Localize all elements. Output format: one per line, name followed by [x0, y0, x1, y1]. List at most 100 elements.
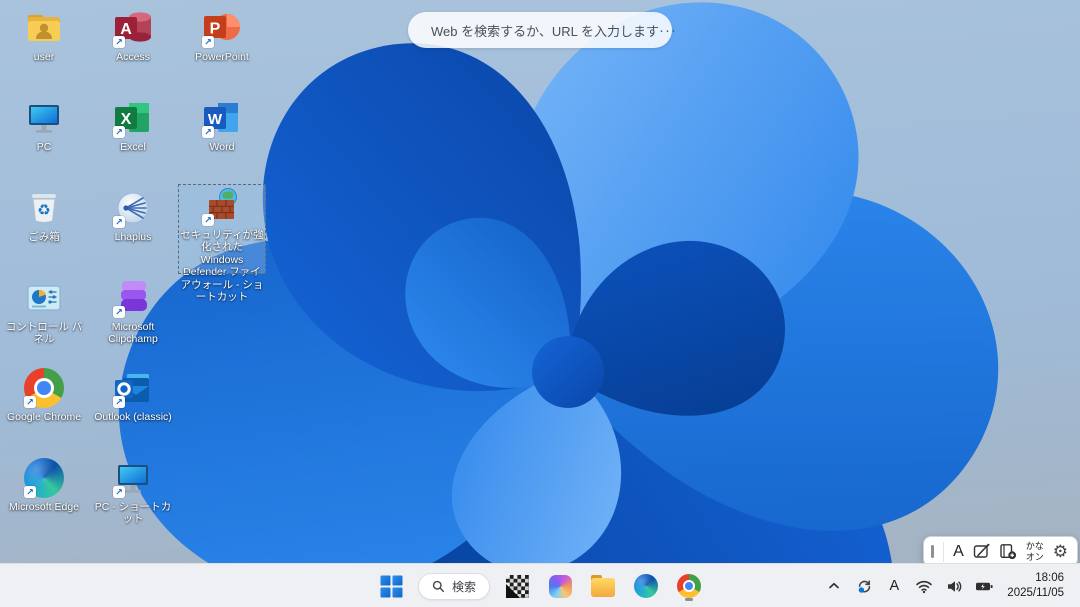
icon-label: PC - ショートカット — [94, 501, 172, 526]
lhaplus-icon: ↗ — [113, 188, 153, 228]
windows-logo-icon — [379, 575, 402, 597]
kana-on-label: オン — [1025, 551, 1044, 562]
taskbar-app-checkered[interactable] — [501, 570, 533, 602]
taskbar: 検索 A 18:06 2025/11/05 — [0, 563, 1080, 607]
more-options-icon[interactable]: ··· — [659, 22, 677, 39]
shortcut-arrow-icon: ↗ — [113, 36, 125, 48]
taskbar-app-chrome[interactable] — [673, 570, 705, 602]
file-explorer-icon — [591, 575, 616, 597]
desktop-icon-word[interactable]: W ↗ Word — [178, 96, 266, 184]
shortcut-arrow-icon: ↗ — [113, 396, 125, 408]
icon-label: Lhaplus — [114, 231, 152, 243]
taskbar-app-copilot[interactable] — [544, 570, 576, 602]
ime-settings-gear-icon[interactable]: ⚙ — [1053, 543, 1068, 560]
svg-text:P: P — [210, 21, 221, 38]
volume-icon[interactable] — [942, 570, 966, 602]
desktop-icon-grid: user A ↗ Access P ↗ PowerPoint PC X ↗ Ex… — [0, 0, 280, 560]
clipchamp-icon: ↗ — [113, 278, 153, 318]
icon-label: Outlook (classic) — [94, 411, 172, 423]
copilot-icon — [548, 574, 572, 598]
running-indicator — [685, 598, 694, 601]
pc-monitor-icon: ↗ — [113, 458, 153, 498]
user-folder-icon — [24, 8, 64, 48]
shortcut-arrow-icon: ↗ — [113, 306, 125, 318]
desktop-icon-edge[interactable]: ↗ Microsoft Edge — [0, 456, 88, 544]
access-icon: A ↗ — [113, 8, 153, 48]
edge-icon — [634, 574, 659, 598]
desktop-screen: user A ↗ Access P ↗ PowerPoint PC X ↗ Ex… — [0, 0, 1080, 607]
clock[interactable]: 18:06 2025/11/05 — [1003, 569, 1068, 603]
ime-kana-state-button[interactable]: かな オン — [1026, 541, 1044, 561]
desktop-icon-control-panel[interactable]: コントロール パネル — [0, 276, 88, 364]
taskbar-search-label: 検索 — [451, 579, 477, 594]
powerpoint-icon: P ↗ — [202, 8, 242, 48]
icon-label: user — [33, 51, 55, 63]
ime-pad-icon[interactable] — [973, 543, 990, 560]
clock-time: 18:06 — [1035, 572, 1064, 585]
divider — [943, 541, 945, 562]
shortcut-arrow-icon: ↗ — [113, 486, 125, 498]
desktop-icon-user[interactable]: user — [0, 6, 88, 94]
shortcut-arrow-icon: ↗ — [202, 126, 214, 138]
icon-label: PC — [36, 141, 52, 153]
excel-icon: X ↗ — [113, 98, 153, 138]
clock-date: 2025/11/05 — [1007, 587, 1064, 599]
icon-label: Google Chrome — [6, 411, 82, 423]
taskbar-center-group: 検索 — [375, 564, 705, 607]
desktop-icon-pc[interactable]: PC — [0, 96, 88, 184]
icon-label: PowerPoint — [195, 51, 249, 63]
pc-monitor-icon — [24, 98, 64, 138]
icon-label: Word — [209, 141, 235, 153]
shortcut-arrow-icon: ↗ — [24, 486, 36, 498]
system-tray: A 18:06 2025/11/05 — [822, 564, 1080, 607]
shortcut-arrow-icon: ↗ — [113, 126, 125, 138]
chrome-icon: ↗ — [24, 368, 64, 408]
start-button[interactable] — [375, 570, 407, 602]
control-panel-icon — [24, 278, 64, 318]
ime-mode-indicator[interactable]: A — [882, 570, 906, 602]
icon-label: Excel — [120, 141, 146, 153]
battery-icon[interactable] — [972, 570, 997, 602]
chrome-icon — [677, 574, 702, 598]
shortcut-arrow-icon: ↗ — [113, 216, 125, 228]
desktop-search-bar[interactable]: Web を検索するか、URL を入力します ··· — [408, 12, 676, 48]
edge-icon: ↗ — [24, 458, 64, 498]
taskbar-app-edge[interactable] — [630, 570, 662, 602]
search-icon — [432, 580, 445, 592]
icon-label: Microsoft Edge — [8, 501, 80, 513]
recycle-glyph: ♻ — [37, 202, 50, 219]
desktop-icon-pc-shortcut[interactable]: ↗ PC - ショートカット — [89, 456, 177, 544]
icon-label: セキュリティが強化された Windows Defender ファイアウォール -… — [180, 229, 264, 303]
shortcut-arrow-icon: ↗ — [202, 214, 214, 226]
taskbar-search-box[interactable]: 検索 — [417, 572, 491, 600]
desktop-icon-excel[interactable]: X ↗ Excel — [89, 96, 177, 184]
hidden-icons-chevron-icon[interactable] — [822, 570, 846, 602]
checkered-app-icon — [505, 574, 529, 598]
shortcut-arrow-icon: ↗ — [202, 36, 214, 48]
recycle-bin-icon: ♻ — [24, 188, 64, 228]
desktop-icon-recycle-bin[interactable]: ♻ ごみ箱 — [0, 186, 88, 274]
icon-label: ごみ箱 — [28, 231, 60, 243]
search-placeholder: Web を検索するか、URL を入力します — [431, 23, 659, 39]
icon-label: Access — [116, 51, 150, 63]
icon-label: Microsoft Clipchamp — [108, 321, 158, 346]
desktop-icon-powerpoint[interactable]: P ↗ PowerPoint — [178, 6, 266, 94]
ime-input-mode-button[interactable]: A — [953, 543, 964, 561]
word-icon: W ↗ — [202, 98, 242, 138]
ime-drag-handle-icon[interactable] — [931, 545, 935, 558]
shortcut-arrow-icon: ↗ — [24, 396, 36, 408]
firewall-icon: ↗ — [202, 186, 242, 226]
desktop-icon-access[interactable]: A ↗ Access — [89, 6, 177, 94]
icon-label: コントロール パネル — [5, 321, 83, 346]
wifi-icon[interactable] — [912, 570, 936, 602]
desktop-icon-google-chrome[interactable]: ↗ Google Chrome — [0, 366, 88, 454]
desktop-icon-defender-firewall[interactable]: ↗ セキュリティが強化された Windows Defender ファイアウォール… — [178, 184, 266, 303]
desktop-icon-outlook[interactable]: ↗ Outlook (classic) — [89, 366, 177, 454]
sync-icon[interactable] — [852, 570, 876, 602]
outlook-icon: ↗ — [113, 368, 153, 408]
desktop-icon-clipchamp[interactable]: ↗ Microsoft Clipchamp — [89, 276, 177, 364]
kana-label: かな — [1025, 541, 1044, 552]
desktop-icon-lhaplus[interactable]: ↗ Lhaplus — [89, 186, 177, 274]
taskbar-app-file-explorer[interactable] — [587, 570, 619, 602]
add-word-dictionary-icon[interactable] — [999, 543, 1017, 560]
